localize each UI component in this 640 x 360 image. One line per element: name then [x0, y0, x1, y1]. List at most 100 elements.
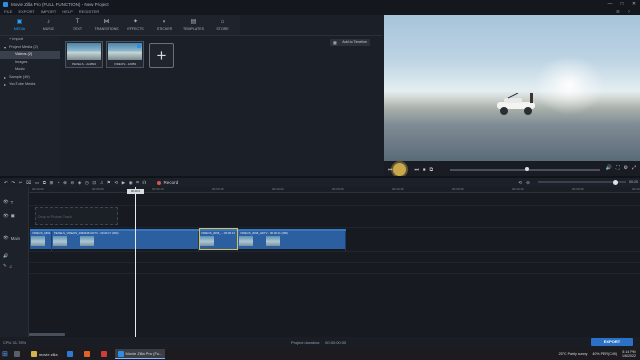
taskbar-app[interactable]: Movie Zilla Pro (Fu...	[114, 349, 166, 359]
fit-icon[interactable]: ⟲	[518, 178, 522, 187]
sidebar-item[interactable]: Images	[0, 59, 60, 67]
zoom-slider-knob[interactable]	[613, 179, 618, 185]
media-thumb-1[interactable]: PEXELS...dcd894	[65, 41, 103, 68]
tab-label: EFFECTS	[127, 27, 144, 31]
speaker-icon[interactable]: 🔊	[3, 253, 8, 259]
timeline-tool-icon[interactable]: ✂	[19, 180, 23, 186]
timeline-tool-icon[interactable]: ⊖	[71, 180, 75, 186]
settings-icon[interactable]: ⚙	[624, 165, 628, 171]
tab-media[interactable]: ▣ MEDIA	[5, 15, 34, 35]
taskbar-app[interactable]	[81, 349, 95, 359]
playhead-time[interactable]: 00:00:0	[127, 189, 144, 194]
video-clip[interactable]: PEXELS_VIDEOS_2096948 HDTV - 00:00:17 (3…	[52, 231, 199, 251]
store-icon: ⌂	[220, 19, 225, 25]
timeline-tool-icon[interactable]: ⧉	[43, 180, 46, 186]
timeline-add-icon: ▦	[333, 40, 337, 45]
playback-progress-knob[interactable]	[525, 167, 529, 171]
timeline-tool-icon[interactable]: ◉	[129, 180, 133, 186]
timeline-tool-icon[interactable]: ♫	[100, 180, 103, 186]
video-preview[interactable]	[384, 15, 640, 161]
timeline-tool-icon[interactable]: ◷	[85, 180, 89, 186]
video-clip[interactable]: VIDEOS_1863	[30, 231, 52, 251]
next-frame-button[interactable]: ⏭	[415, 167, 420, 173]
help-icon[interactable]: ?	[628, 8, 630, 15]
snapshot-button[interactable]: ⧉	[430, 167, 434, 173]
audio-track[interactable]	[29, 252, 640, 263]
timeline-tool-icon[interactable]: ☊	[142, 180, 146, 186]
eye-icon[interactable]: 👁	[3, 199, 9, 205]
tab-sticker[interactable]: ◐ STICKER	[150, 15, 179, 35]
sidebar-item[interactable]: ▾ Project Media (2)	[0, 44, 60, 52]
add-media-button[interactable]: +	[149, 43, 174, 68]
timeline-tool-icon[interactable]: ◈	[78, 180, 82, 186]
caret-icon[interactable]: ▾	[3, 44, 7, 52]
sidebar-item[interactable]: Music	[0, 66, 60, 74]
zoom-out-icon[interactable]: ⊖	[526, 178, 530, 187]
pip-drop-zone[interactable]: Drop to Picture Track	[35, 207, 118, 225]
maximize-button[interactable]: □	[616, 0, 628, 8]
export-button[interactable]: EXPORT	[591, 338, 633, 346]
play-pause-button[interactable]	[393, 163, 406, 176]
music-track[interactable]	[29, 263, 640, 274]
caret-icon[interactable]: ▸	[3, 74, 7, 82]
pip-track[interactable]	[29, 206, 640, 228]
menu-export[interactable]: EXPORT	[18, 9, 34, 14]
timeline-tool-icon[interactable]: ⌗	[136, 180, 139, 186]
timeline-tool-icon[interactable]: ⚑	[107, 180, 111, 186]
sidebar-item[interactable]: Videos (2)	[0, 51, 60, 59]
start-icon[interactable]: ⊞	[2, 350, 8, 358]
selected-clip-outline[interactable]	[199, 228, 238, 250]
timeline-tool-icon[interactable]: ◔	[57, 180, 60, 186]
close-button[interactable]: ✕	[628, 0, 640, 8]
tab-music[interactable]: ♪ MUSIC	[34, 15, 63, 35]
record-label: Record	[163, 180, 179, 185]
taskbar-app[interactable]	[98, 349, 112, 359]
eye-icon[interactable]: 👁	[3, 235, 9, 241]
stop-button[interactable]: ⏹	[423, 167, 426, 173]
tab-text[interactable]: T TEXT	[63, 15, 92, 35]
text-track[interactable]	[29, 193, 640, 206]
sidebar-item[interactable]: ▸ Sample (49)	[0, 74, 60, 82]
timeline-tool-icon[interactable]: ⌧	[26, 180, 31, 186]
eye-icon[interactable]: 👁	[3, 213, 9, 219]
menu-register[interactable]: REGISTER	[79, 9, 99, 14]
timeline-tool-icon[interactable]: ⊡	[92, 180, 96, 186]
timeline-tool-icon[interactable]: ↷	[11, 180, 15, 186]
minimize-button[interactable]: —	[604, 0, 616, 8]
detach-icon[interactable]: ⤢	[632, 165, 636, 171]
tab-templates[interactable]: ▤ TEMPLATES	[179, 15, 208, 35]
volume-icon[interactable]: 🔊	[606, 165, 612, 171]
tab-transitions[interactable]: ⋈ TRANSITIONS	[92, 15, 121, 35]
timeline-tool-icon[interactable]: ▶	[122, 180, 126, 186]
tab-effects[interactable]: ✦ EFFECTS	[121, 15, 150, 35]
sidebar-item[interactable]: + Import	[0, 36, 60, 44]
record-button[interactable]: Record	[157, 180, 178, 185]
timeline-tool-icon[interactable]: ⊕	[63, 180, 67, 186]
sidebar-item[interactable]: ▸ YouTube Media	[0, 81, 60, 89]
taskbar-app[interactable]: movie zilla	[28, 349, 61, 359]
menu-help[interactable]: HELP	[62, 9, 72, 14]
taskbar-app[interactable]	[64, 349, 78, 359]
media-thumb-2[interactable]: VIDEOS...12883	[106, 41, 144, 68]
timeline-tool-icon[interactable]: ▭	[35, 180, 39, 186]
video-clip[interactable]: VIDEOS_2096_HDTV - 00:00:11 (360)	[238, 231, 346, 251]
taskbar-app[interactable]	[11, 349, 25, 359]
previous-frame-button[interactable]: ⏮	[388, 167, 393, 173]
caret-icon[interactable]: ▸	[3, 81, 7, 89]
timeline-tool-icon[interactable]: ⟲	[114, 180, 118, 186]
clock[interactable]: 5:14 PM 1/6/2022	[622, 350, 636, 358]
weather-widget[interactable]: 25°C Partly sunny	[559, 352, 588, 356]
timeline-tool-icon[interactable]: ⊞	[50, 180, 54, 186]
fullscreen-icon[interactable]: ⛶	[616, 165, 620, 171]
menu-import[interactable]: IMPORT	[41, 9, 56, 14]
pencil-icon[interactable]: ✎	[3, 263, 7, 269]
add-to-timeline-button[interactable]: ▦ Add to Timeline	[330, 39, 370, 46]
text-track-icon: T	[10, 199, 14, 205]
hamburger-icon[interactable]: ☰	[616, 8, 620, 15]
battery-status[interactable]: 40% PER(C49)	[592, 352, 617, 356]
playhead[interactable]: 00:00:0	[127, 187, 144, 337]
menu-file[interactable]: FILE	[4, 9, 12, 14]
timeline-scrollbar[interactable]	[29, 333, 65, 336]
tab-store[interactable]: ⌂ STORE	[208, 15, 237, 35]
timeline-tool-icon[interactable]: ↶	[4, 180, 8, 186]
